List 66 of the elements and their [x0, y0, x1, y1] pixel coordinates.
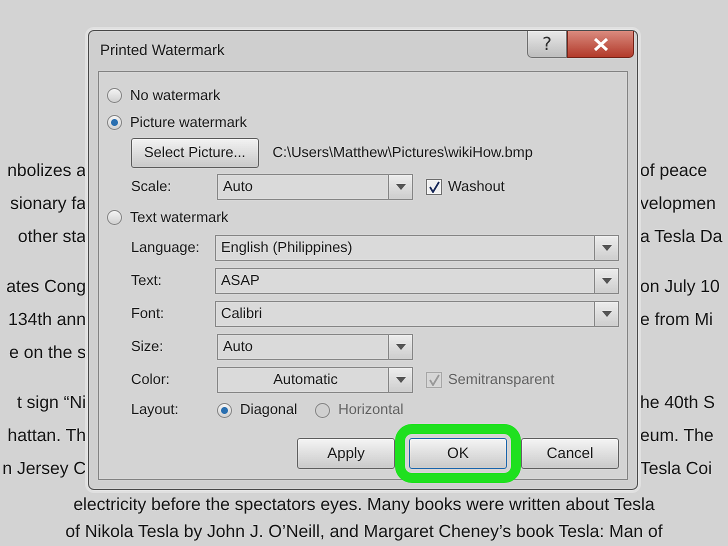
radio-button[interactable]: [107, 88, 122, 103]
document-text: eum. The: [640, 425, 714, 446]
dropdown-button[interactable]: [595, 300, 619, 326]
document-text: 134th ann: [8, 309, 86, 330]
radio-button[interactable]: [217, 402, 232, 418]
field-label: Size:: [131, 338, 164, 354]
dialog-button[interactable]: Apply: [297, 438, 395, 469]
checkbox-label: Semitransparent: [448, 372, 554, 388]
caret-icon: [602, 310, 612, 316]
radio-label: Horizontal: [338, 402, 404, 418]
caret-icon: [396, 376, 406, 382]
document-text: on July 10: [640, 276, 720, 297]
caret-icon: [602, 244, 612, 250]
close-icon: [592, 38, 608, 50]
document-text: a Tesla Da: [640, 226, 722, 247]
checkbox[interactable]: [426, 179, 442, 195]
field-label: Language:: [131, 240, 201, 256]
document-text: t sign “Ni: [16, 392, 86, 413]
radio-label: Picture watermark: [130, 114, 247, 130]
checkbox-label: Washout: [448, 179, 505, 195]
document-text: of peace: [640, 160, 708, 181]
caret-icon: [602, 278, 612, 284]
document-text: ates Cong: [6, 276, 86, 297]
caret-icon: [396, 344, 406, 350]
document-text: e from Mi: [640, 309, 713, 330]
dropdown-button[interactable]: [595, 234, 619, 260]
dialog-title: Printed Watermark: [100, 42, 224, 59]
dropdown-button[interactable]: [389, 174, 413, 200]
dropdown-field[interactable]: English (Philippines): [215, 234, 595, 260]
document-text: velopmen: [640, 193, 716, 214]
file-path: C:\Users\Matthew\Pictures\wikiHow.bmp: [272, 145, 533, 161]
radio-button[interactable]: [107, 210, 122, 225]
document-text: sionary fa: [10, 193, 86, 214]
radio-label: Text watermark: [130, 210, 228, 226]
caret-icon: [396, 184, 406, 190]
field-label: Color:: [131, 372, 171, 388]
document-text: Tesla Coi: [640, 458, 712, 479]
help-button[interactable]: ?: [527, 31, 567, 58]
scale-dropdown[interactable]: Auto: [217, 174, 389, 200]
field-label: Text:: [131, 272, 163, 288]
document-text: hattan. Th: [8, 425, 86, 446]
close-button[interactable]: [567, 31, 634, 58]
document-text: he 40th S: [640, 392, 715, 413]
select-picture-button[interactable]: Select Picture...: [131, 138, 259, 168]
document-text: nbolizes a: [7, 160, 86, 181]
dropdown-button[interactable]: [389, 334, 413, 360]
document-text: electricity before the spectators eyes. Many books were written about Tesla: [72, 493, 656, 516]
document-text: n Jersey C: [2, 458, 86, 479]
dropdown-field[interactable]: Calibri: [215, 300, 595, 326]
radio-button[interactable]: [107, 115, 122, 130]
radio-label: Diagonal: [240, 402, 298, 418]
field-label: Layout:: [131, 402, 180, 418]
dropdown-button[interactable]: [389, 366, 413, 392]
checkmark-icon: [428, 374, 440, 386]
document-text: of Nikola Tesla by John J. O’Neill, and Margaret Cheney’s book Tesla: Man of: [64, 520, 664, 543]
dropdown-button[interactable]: [595, 268, 619, 294]
field-label: Font:: [131, 306, 166, 322]
document-text: other sta: [18, 226, 86, 247]
field-label: Scale:: [131, 179, 172, 195]
dropdown-field[interactable]: Auto: [217, 334, 389, 360]
dialog-button[interactable]: Cancel: [521, 438, 619, 469]
dropdown-field[interactable]: Automatic: [217, 366, 389, 392]
radio-label: No watermark: [130, 88, 220, 104]
document-text: e on the s: [9, 342, 86, 363]
checkmark-icon: [428, 181, 440, 193]
dropdown-field[interactable]: ASAP: [215, 268, 595, 294]
